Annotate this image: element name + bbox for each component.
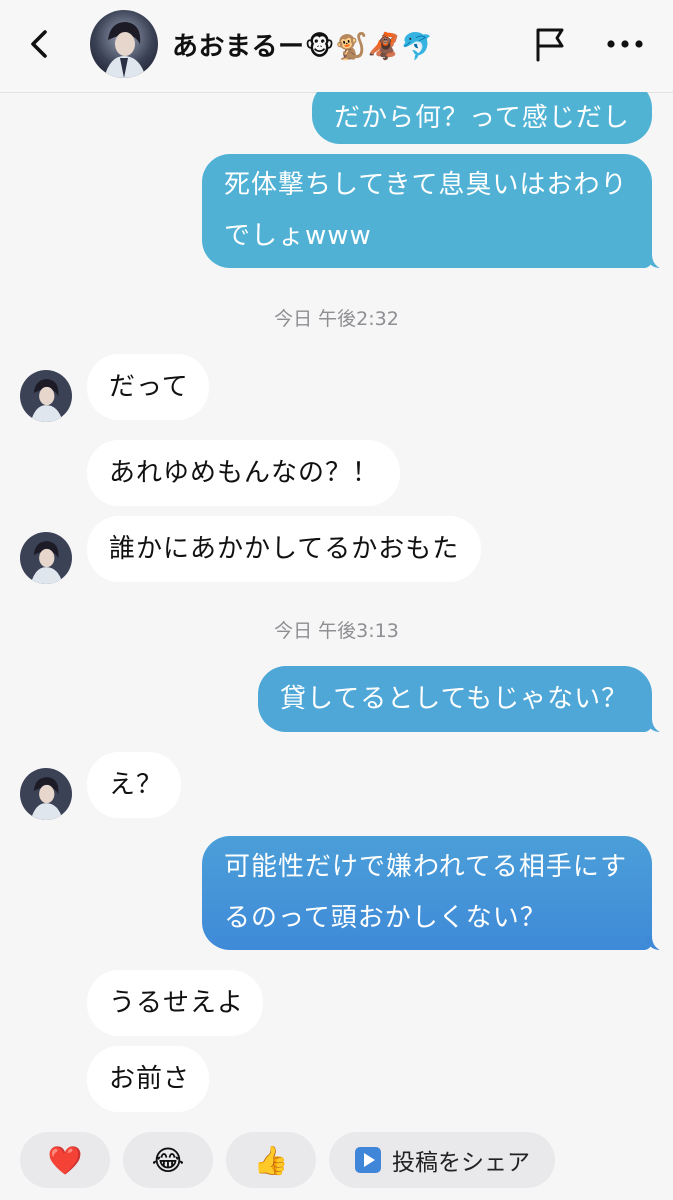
bubble-tail bbox=[646, 936, 660, 950]
timestamp: 今日 午後3:13 bbox=[274, 620, 399, 642]
incoming-message[interactable]: 誰かにあかかしてるかおもた bbox=[87, 516, 481, 582]
outgoing-message[interactable]: 可能性だけで嫌われてる相手にす るのって頭おかしくない？ bbox=[202, 836, 652, 950]
message-line: 死体撃ちしてきて息臭いはおわり bbox=[224, 170, 628, 200]
laugh-reaction-button[interactable]: 😂 bbox=[123, 1132, 213, 1188]
message-text: 誰かにあかかしてるかおもた bbox=[109, 534, 460, 564]
play-square-icon bbox=[355, 1147, 381, 1173]
quick-reaction-bar: ❤️ 😂 👍 投稿をシェア bbox=[0, 1122, 673, 1200]
outgoing-message[interactable]: だから何？って感じだし bbox=[312, 92, 652, 144]
heart-reaction-button[interactable]: ❤️ bbox=[20, 1132, 110, 1188]
thumbs-up-reaction-button[interactable]: 👍 bbox=[226, 1132, 316, 1188]
message-line: るのって頭おかしくない？ bbox=[224, 903, 547, 933]
chevron-left-icon bbox=[31, 30, 47, 58]
incoming-message[interactable]: あれゆめもんなの？！ bbox=[87, 440, 400, 506]
thumbs-up-icon: 👍 bbox=[253, 1143, 289, 1177]
contact-avatar-small[interactable] bbox=[20, 532, 72, 584]
message-line: 可能性だけで嫌われてる相手にす bbox=[224, 852, 628, 882]
contact-avatar-small[interactable] bbox=[20, 768, 72, 820]
back-button[interactable] bbox=[20, 24, 60, 64]
bubble-tail bbox=[646, 254, 660, 268]
chat-header: あおまるー🐵🐒🦧🐬 bbox=[0, 0, 673, 93]
contact-avatar-small[interactable] bbox=[20, 370, 72, 422]
message-text: え？ bbox=[109, 770, 164, 800]
more-horizontal-icon bbox=[607, 40, 643, 48]
share-post-label: 投稿をシェア bbox=[392, 1150, 530, 1176]
bubble-tail bbox=[646, 718, 660, 732]
incoming-message[interactable]: お前さ bbox=[87, 1046, 209, 1112]
share-post-button[interactable]: 投稿をシェア bbox=[329, 1132, 555, 1188]
message-text: 貸してるとしてもじゃない？ bbox=[280, 684, 629, 714]
outgoing-message[interactable]: 貸してるとしてもじゃない？ bbox=[258, 666, 652, 732]
incoming-message[interactable]: だって bbox=[87, 354, 209, 420]
message-text: だから何？って感じだし bbox=[334, 103, 630, 133]
message-text: あれゆめもんなの？！ bbox=[109, 458, 380, 488]
incoming-message[interactable]: え？ bbox=[87, 752, 181, 818]
message-text: だって bbox=[109, 372, 189, 402]
message-text: お前さ bbox=[109, 1064, 191, 1094]
message-thread[interactable]: だから何？って感じだし 死体撃ちしてきて息臭いはおわり でしょwww 今日 午後… bbox=[0, 92, 673, 1122]
contact-name[interactable]: あおまるー🐵🐒🦧🐬 bbox=[172, 26, 434, 63]
flag-icon bbox=[536, 28, 564, 62]
report-button[interactable] bbox=[530, 24, 570, 64]
contact-avatar[interactable] bbox=[90, 10, 158, 78]
message-line: でしょwww bbox=[224, 221, 372, 251]
timestamp: 今日 午後2:32 bbox=[274, 308, 399, 330]
message-text: うるせえよ bbox=[109, 988, 245, 1018]
incoming-message[interactable]: うるせえよ bbox=[87, 970, 263, 1036]
outgoing-message[interactable]: 死体撃ちしてきて息臭いはおわり でしょwww bbox=[202, 154, 652, 268]
heart-icon: ❤️ bbox=[47, 1143, 83, 1177]
more-options-button[interactable] bbox=[602, 24, 648, 64]
laughing-emoji-icon: 😂 bbox=[151, 1143, 185, 1177]
